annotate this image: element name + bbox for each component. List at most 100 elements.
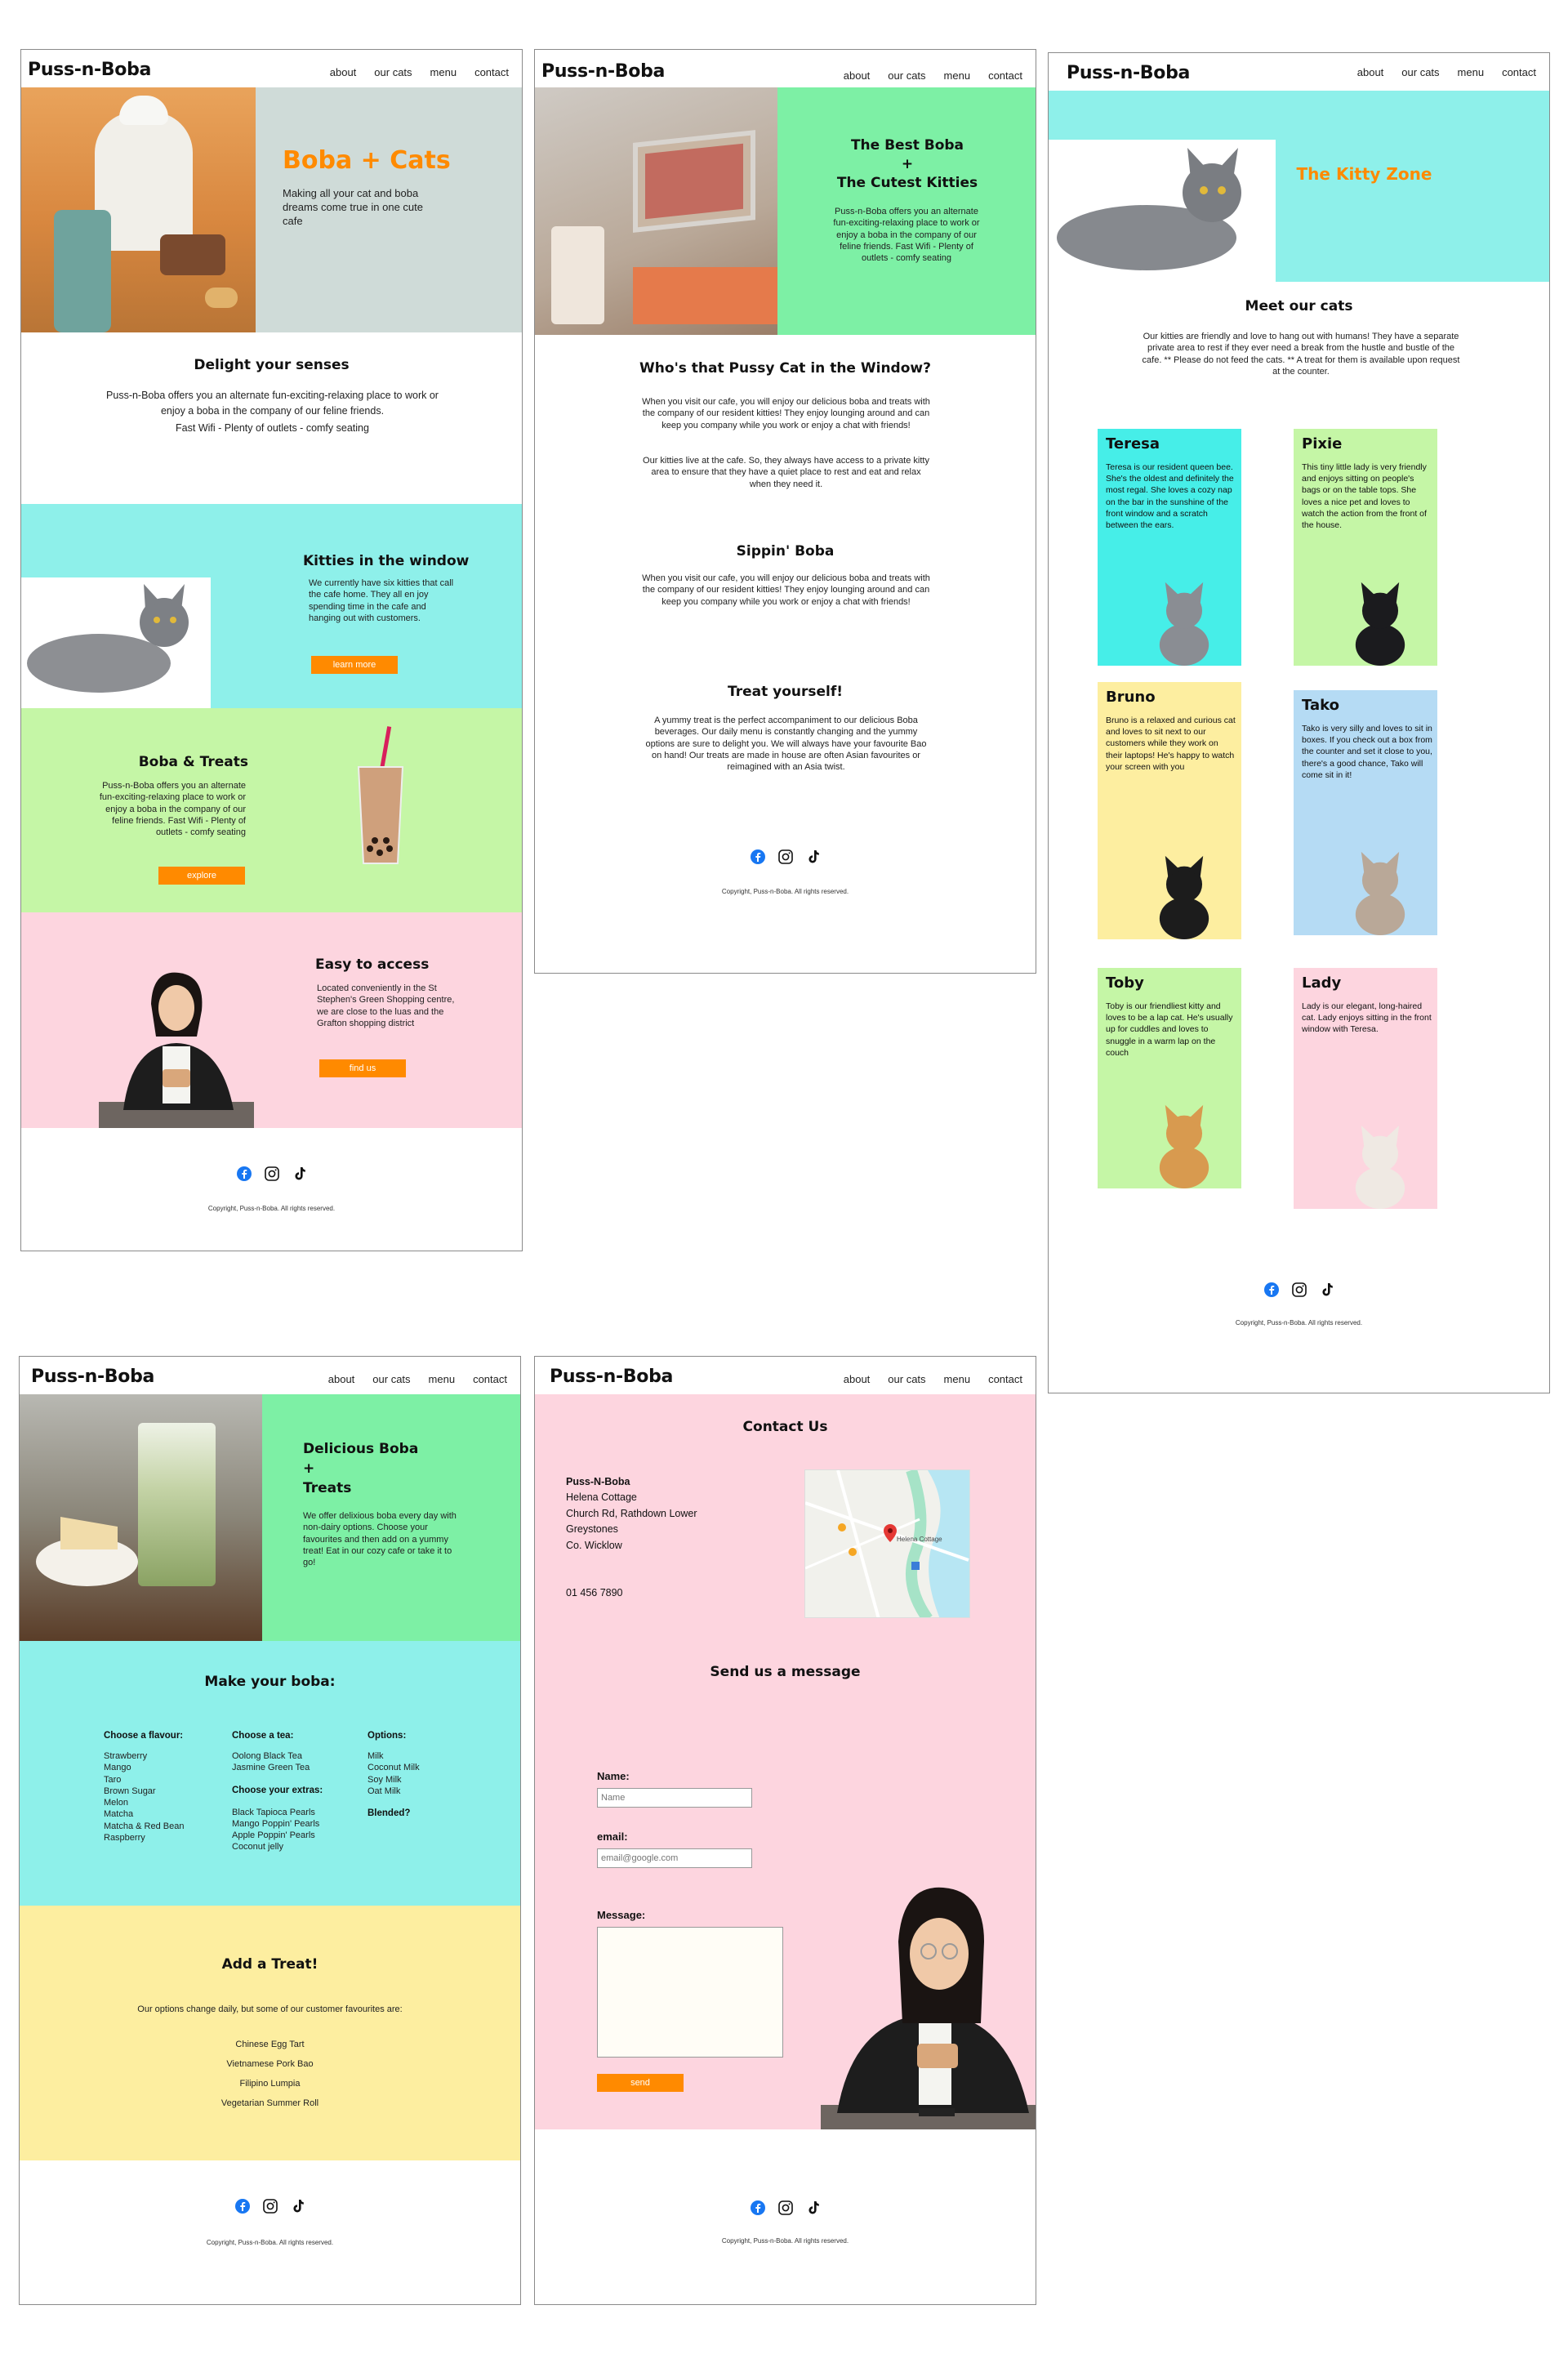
flavour-item: Matcha [104,1809,134,1820]
map-pin-label: Helena Cottage [897,1536,942,1543]
nav-contact[interactable]: contact [988,69,1022,82]
social-icons [535,849,1036,865]
location-map[interactable]: Helena Cottage [804,1469,970,1618]
flavour-item: Melon [104,1798,128,1808]
brand-logo[interactable]: Puss-n-Boba [541,61,665,82]
send-button[interactable]: send [597,2074,684,2092]
tiktok-icon[interactable] [292,1166,308,1182]
hero-line-3: Treats [303,1479,352,1496]
name-field[interactable] [597,1788,752,1808]
nav-our-cats[interactable]: our cats [372,1373,410,1385]
nav-menu[interactable]: menu [429,1373,456,1385]
cat-card-tako[interactable]: Tako Tako is very silly and loves to sit … [1294,690,1437,935]
options-heading: Options: [368,1731,407,1741]
brand-logo[interactable]: Puss-n-Boba [550,1367,673,1387]
nav-about[interactable]: about [328,1373,355,1385]
nav-about[interactable]: about [844,1373,871,1385]
nav-menu[interactable]: menu [944,1373,971,1385]
make-boba-section: Make your boba: Choose a flavour: Strawb… [20,1641,520,1906]
instagram-icon[interactable] [262,2198,278,2214]
social-icons [1049,1282,1549,1298]
social-icons [20,2198,520,2214]
email-field[interactable] [597,1848,752,1868]
kitty-zone-title: The Kitty Zone [1296,164,1432,184]
learn-more-button[interactable]: learn more [311,656,398,674]
nav-about[interactable]: about [1357,66,1384,78]
nav-about[interactable]: about [844,69,871,82]
cat-description: Teresa is our resident queen bee. She's … [1106,462,1234,530]
boba-treats-heading: Boba & Treats [138,754,248,770]
cat-description: This tiny little lady is very friendly a… [1302,462,1427,530]
hero-line-1: The Best Boba [850,137,964,154]
treat-item: Chinese Egg Tart [235,2040,305,2049]
extras-list: Black Tapioca Pearls Mango Poppin' Pearls… [232,1807,363,1853]
add-treat-section: Add a Treat! Our options change daily, b… [20,1906,520,2160]
social-icons [535,2200,1036,2216]
nav-our-cats[interactable]: our cats [888,69,925,82]
instagram-icon[interactable] [777,2200,794,2216]
hero-line-2: + [303,1460,315,1477]
facebook-icon[interactable] [234,2198,251,2214]
cat-description: Lady is our elegant, long-haired cat. La… [1302,1001,1432,1035]
cat-card-toby[interactable]: Toby Toby is our friendliest kitty and lo… [1098,968,1241,1188]
extra-item: Black Tapioca Pearls [232,1807,315,1817]
nav-bar: Puss-n-Boba about our cats menu contact [21,50,522,87]
tiktok-icon[interactable] [805,2200,822,2216]
address-line: Helena Cottage [566,1491,637,1504]
instagram-icon[interactable] [264,1166,280,1182]
treat-item: Vietnamese Pork Bao [226,2059,314,2069]
kitties-heading: Kitties in the window [303,553,470,569]
facebook-icon[interactable] [236,1166,252,1182]
window-text-1: When you visit our cafe, you will enjoy … [642,397,930,430]
tiktok-icon[interactable] [290,2198,306,2214]
nav-menu[interactable]: menu [1458,66,1485,78]
nav-our-cats[interactable]: our cats [888,1373,925,1385]
sippin-text: When you visit our cafe, you will enjoy … [642,573,930,607]
nav-our-cats[interactable]: our cats [374,66,412,78]
tiktok-icon[interactable] [805,849,822,865]
brand-logo[interactable]: Puss-n-Boba [31,1367,154,1387]
boba-treats-text: Puss-n-Boba offers you an alternate fun-… [99,781,246,838]
flavour-heading: Choose a flavour: [104,1731,184,1741]
brand-logo[interactable]: Puss-n-Boba [1067,63,1190,83]
explore-button[interactable]: explore [158,867,245,885]
nav-contact[interactable]: contact [474,66,509,78]
copyright: Copyright, Puss-n-Boba. All rights reser… [721,888,849,895]
nav-our-cats[interactable]: our cats [1401,66,1439,78]
cat-photo [1355,851,1405,935]
hero-section: Boba + Cats Making all your cat and boba… [21,87,522,332]
cat-card-bruno[interactable]: Bruno Bruno is a relaxed and curious cat … [1098,682,1241,939]
nav-bar: Puss-n-Boba about our cats menu contact [20,1357,520,1394]
nav-contact[interactable]: contact [473,1373,507,1385]
menu-page: Puss-n-Boba about our cats menu contact … [19,1356,521,2305]
sippin-heading: Sippin' Boba [736,543,835,560]
send-message-heading: Send us a message [710,1664,861,1680]
instagram-icon[interactable] [777,849,794,865]
nav-menu[interactable]: menu [944,69,971,82]
brand-logo[interactable]: Puss-n-Boba [28,60,151,80]
menu-hero: Delicious Boba + Treats We offer delixio… [20,1394,520,1641]
facebook-icon[interactable] [750,849,766,865]
facebook-icon[interactable] [750,2200,766,2216]
tiktok-icon[interactable] [1319,1282,1335,1298]
cat-card-teresa[interactable]: Teresa Teresa is our resident queen bee. … [1098,429,1241,666]
cat-name: Bruno [1106,689,1156,706]
cat-card-pixie[interactable]: Pixie This tiny little lady is very frien… [1294,429,1437,666]
nav-contact[interactable]: contact [1502,66,1536,78]
tea-item: Jasmine Green Tea [232,1763,310,1773]
nav-about[interactable]: about [330,66,357,78]
cat-photo [1159,1104,1209,1188]
instagram-icon[interactable] [1291,1282,1307,1298]
address-block: Puss-N-Boba Helena Cottage Church Rd, Rath… [566,1474,697,1554]
find-us-button[interactable]: find us [319,1059,406,1077]
flavour-item: Taro [104,1774,122,1785]
home-page: Puss-n-Boba about our cats menu contact … [20,49,523,1251]
nav-menu[interactable]: menu [430,66,457,78]
message-field[interactable] [597,1927,783,2058]
nav-contact[interactable]: contact [988,1373,1022,1385]
facebook-icon[interactable] [1263,1282,1280,1298]
cat-card-lady[interactable]: Lady Lady is our elegant, long-haired cat… [1294,968,1437,1209]
treat-intro: Our options change daily, but some of ou… [137,2004,403,2014]
address-business-name: Puss-N-Boba [566,1476,630,1487]
phone-number: 01 456 7890 [566,1587,623,1598]
